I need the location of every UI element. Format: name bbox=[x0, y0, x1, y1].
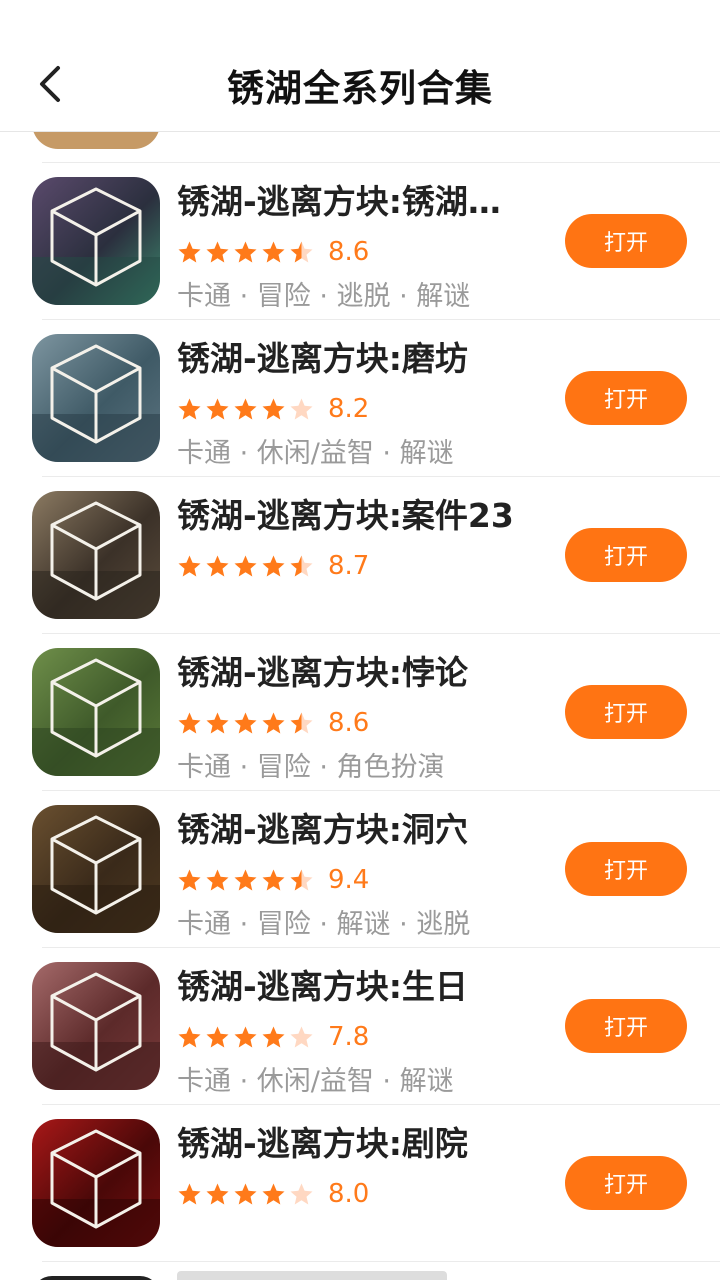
app-name: 锈湖-逃离方块:洞穴 bbox=[177, 810, 468, 849]
partial-app-icon[interactable] bbox=[32, 1276, 160, 1280]
cube-lake-icon[interactable] bbox=[32, 177, 160, 305]
open-button[interactable]: 打开 bbox=[565, 1156, 687, 1210]
rating-score: 7.8 bbox=[328, 1022, 370, 1052]
app-rating: 8.6 bbox=[177, 235, 369, 269]
app-rating: 8.6 bbox=[177, 706, 369, 740]
cube-paradox-icon[interactable] bbox=[32, 648, 160, 776]
app-list-item[interactable]: 锈湖-逃离方块:案件23 8.7 打开 bbox=[0, 476, 720, 633]
app-rating: 8.2 bbox=[177, 392, 369, 426]
app-tags: 卡通 · 冒险 · 解谜 · 逃脱 bbox=[177, 909, 471, 940]
app-tags: 卡通 · 休闲/益智 · 解谜 bbox=[177, 438, 454, 469]
app-list-item[interactable]: 锈湖-逃离方块:生日 7.8 卡通 · 休闲/益智 · 解谜 打开 bbox=[0, 947, 720, 1104]
star-rating-icon bbox=[177, 711, 314, 736]
app-name: 锈湖-逃离方块:案件23 bbox=[177, 496, 514, 535]
cube-cave-icon[interactable] bbox=[32, 805, 160, 933]
star-rating-icon bbox=[177, 554, 314, 579]
app-list-item[interactable]: 锈湖-逃离方块:锈湖… 8.6 卡通 · 冒险 · 逃脱 · 解谜 打开 bbox=[0, 162, 720, 319]
app-header: 锈湖全系列合集 bbox=[0, 0, 720, 132]
star-rating-icon bbox=[177, 1025, 314, 1050]
app-list-item[interactable]: 锈湖-逃离方块:剧院 8.0 打开 bbox=[0, 1104, 720, 1261]
app-tags: 卡通 · 冒险 · 逃脱 · 解谜 bbox=[177, 281, 471, 312]
app-rating: 8.0 bbox=[177, 1177, 369, 1211]
app-name: 锈湖-逃离方块:悖论 bbox=[177, 653, 468, 692]
rating-score: 8.2 bbox=[328, 394, 370, 424]
app-list-item[interactable]: 锈湖-逃离方块:洞穴 9.4 卡通 · 冒险 · 解谜 · 逃脱 打开 bbox=[0, 790, 720, 947]
cube-theatre-icon[interactable] bbox=[32, 1119, 160, 1247]
app-tags: 卡通 · 冒险 · 角色扮演 bbox=[177, 752, 445, 783]
rating-score: 9.4 bbox=[328, 865, 370, 895]
open-button[interactable]: 打开 bbox=[565, 528, 687, 582]
partial-app-icon[interactable] bbox=[32, 131, 160, 149]
app-name: 锈湖-逃离方块:磨坊 bbox=[177, 339, 468, 378]
star-rating-icon bbox=[177, 868, 314, 893]
cube-case-icon[interactable] bbox=[32, 491, 160, 619]
open-button[interactable]: 打开 bbox=[565, 842, 687, 896]
star-rating-icon bbox=[177, 240, 314, 265]
star-rating-icon bbox=[177, 1182, 314, 1207]
cube-birthday-icon[interactable] bbox=[32, 962, 160, 1090]
partial-app-name bbox=[177, 1271, 447, 1280]
rating-score: 8.0 bbox=[328, 1179, 370, 1209]
app-tags: 卡通 · 休闲/益智 · 解谜 bbox=[177, 1066, 454, 1097]
open-button[interactable]: 打开 bbox=[565, 685, 687, 739]
rating-score: 8.6 bbox=[328, 237, 370, 267]
open-button[interactable]: 打开 bbox=[565, 371, 687, 425]
app-list-item[interactable]: 锈湖-逃离方块:磨坊 8.2 卡通 · 休闲/益智 · 解谜 打开 bbox=[0, 319, 720, 476]
app-rating: 7.8 bbox=[177, 1020, 369, 1054]
row-divider bbox=[42, 1261, 720, 1262]
open-button[interactable]: 打开 bbox=[565, 999, 687, 1053]
app-rating: 8.7 bbox=[177, 549, 369, 583]
app-name: 锈湖-逃离方块:剧院 bbox=[177, 1124, 468, 1163]
app-name: 锈湖-逃离方块:锈湖… bbox=[177, 182, 501, 221]
open-button[interactable]: 打开 bbox=[565, 214, 687, 268]
page-title: 锈湖全系列合集 bbox=[227, 67, 493, 110]
rating-score: 8.6 bbox=[328, 708, 370, 738]
star-rating-icon bbox=[177, 397, 314, 422]
app-rating: 9.4 bbox=[177, 863, 369, 897]
app-list-item[interactable]: 锈湖-逃离方块:悖论 8.6 卡通 · 冒险 · 角色扮演 打开 bbox=[0, 633, 720, 790]
app-name: 锈湖-逃离方块:生日 bbox=[177, 967, 468, 1006]
cube-mill-icon[interactable] bbox=[32, 334, 160, 462]
rating-score: 8.7 bbox=[328, 551, 370, 581]
app-list[interactable]: 锈湖-逃离方块:锈湖… 8.6 卡通 · 冒险 · 逃脱 · 解谜 打开 锈湖-… bbox=[0, 131, 720, 1280]
